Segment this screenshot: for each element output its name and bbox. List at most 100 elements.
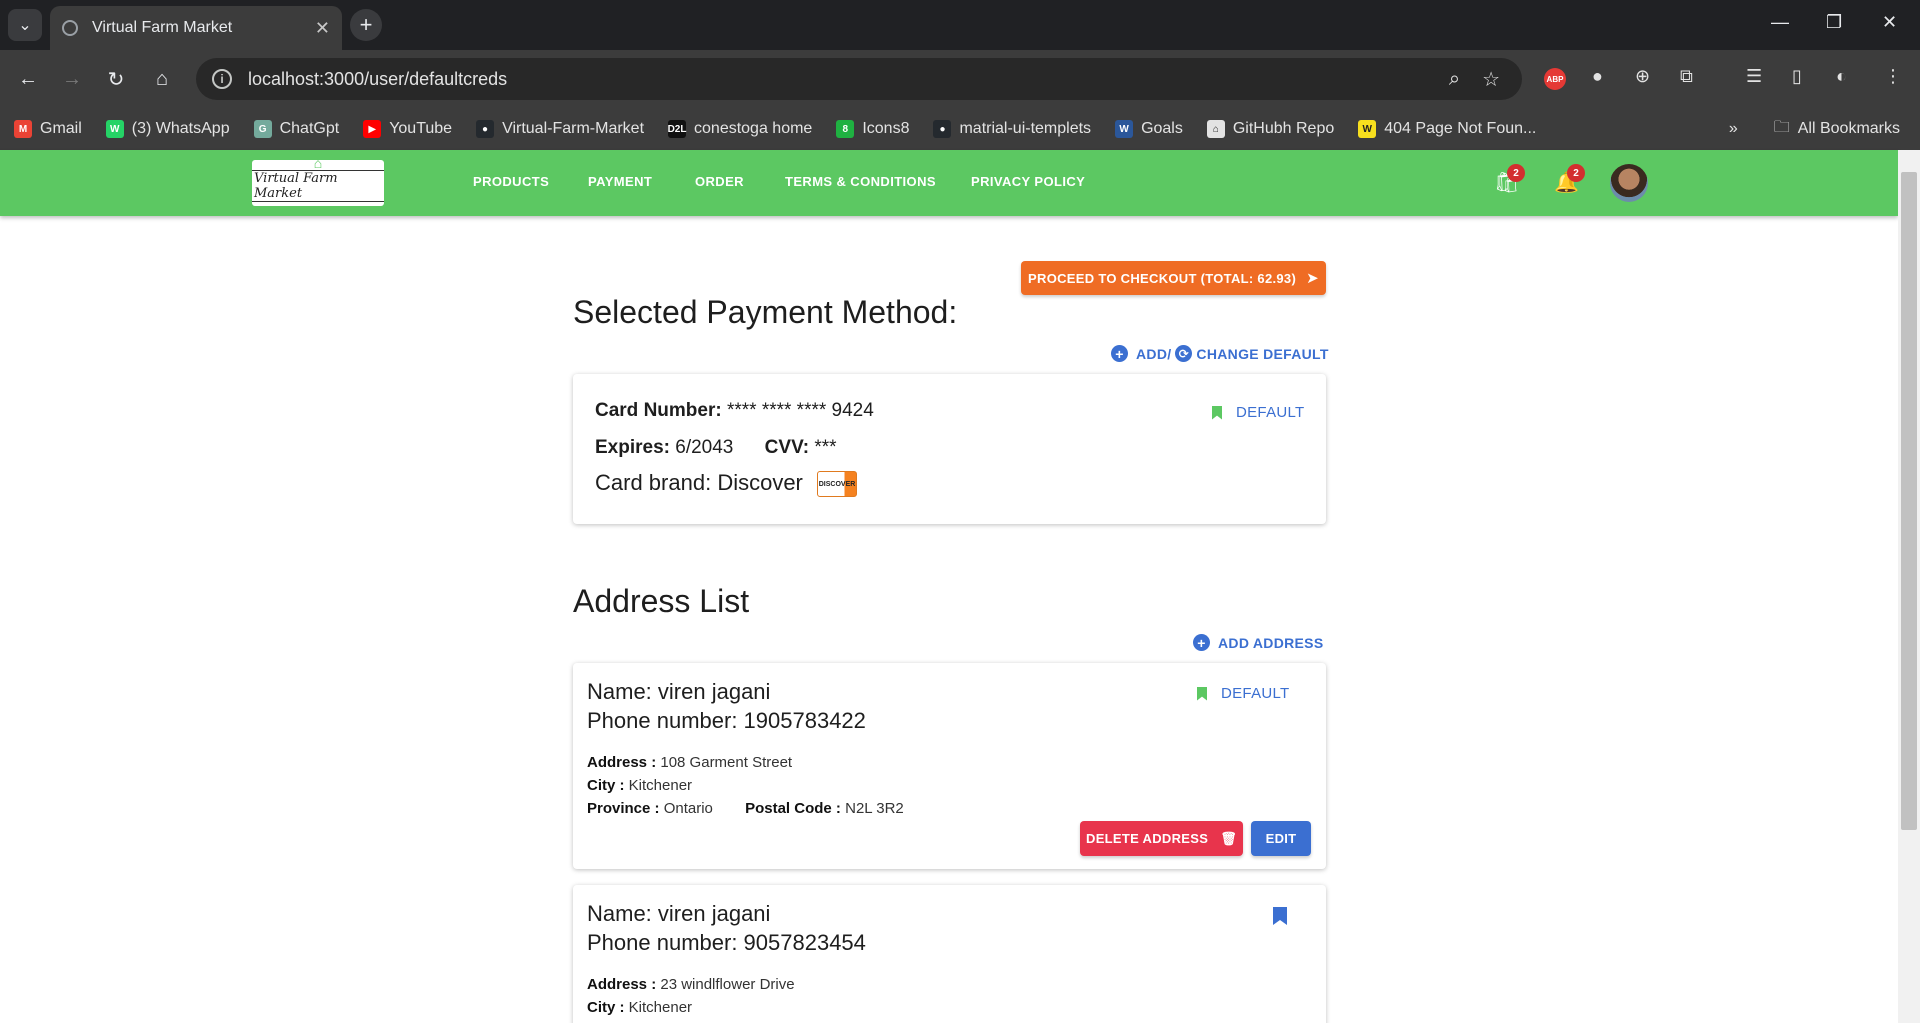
city-line: City : Kitchener <box>587 999 692 1016</box>
bookmark-item[interactable]: 8 Icons8 <box>836 120 909 138</box>
default-label: DEFAULT <box>1236 404 1305 421</box>
address-value: 23 windlflower Drive <box>660 976 795 993</box>
expires-value: 6/2043 <box>675 437 734 458</box>
bookmark-label: GitHubh Repo <box>1232 120 1335 137</box>
globe-icon <box>62 20 78 36</box>
nav-order[interactable]: ORDER <box>695 174 744 189</box>
edit-address-button[interactable]: EDIT <box>1251 821 1311 856</box>
bookmark-favicon-icon: W <box>1358 120 1377 138</box>
user-avatar[interactable] <box>1610 164 1648 202</box>
add-extension-icon[interactable]: ⊕ <box>1635 66 1650 87</box>
delete-address-button[interactable]: DELETE ADDRESS 🗑 <box>1080 821 1243 856</box>
bookmark-item[interactable]: W Goals <box>1115 120 1183 138</box>
bookmark-item[interactable]: ● matrial-ui-templets <box>933 120 1091 138</box>
bookmark-item[interactable]: W (3) WhatsApp <box>105 120 230 138</box>
zoom-icon[interactable]: ⌕ <box>1449 68 1460 91</box>
restore-icon[interactable]: ❐ <box>1826 12 1842 33</box>
url-text: localhost:3000/user/defaultcreds <box>248 68 508 89</box>
province-value: Ontario <box>663 800 713 817</box>
new-tab-button[interactable]: + <box>350 9 382 41</box>
scrollbar-thumb[interactable] <box>1901 172 1917 830</box>
change-default-button[interactable]: CHANGE DEFAULT <box>1196 346 1328 362</box>
app-navbar: ⌂ Virtual Farm Market PRODUCTS PAYMENT O… <box>0 150 1898 216</box>
bookmark-favicon-icon: W <box>105 120 124 138</box>
bookmark-label: 404 Page Not Foun... <box>1384 120 1537 137</box>
bookmark-item[interactable]: ▶ YouTube <box>363 120 452 138</box>
address-label: Address : <box>587 754 657 771</box>
add-circle-icon[interactable]: + <box>1111 345 1128 362</box>
sync-icon[interactable]: ⟳ <box>1175 345 1193 362</box>
bookmark-item[interactable]: ● Virtual-Farm-Market <box>476 120 644 138</box>
minimize-icon[interactable]: — <box>1771 12 1789 33</box>
profile-icon[interactable]: ◐ <box>1836 66 1847 87</box>
more-bookmarks-icon[interactable]: » <box>1729 120 1738 138</box>
extension-icon[interactable]: ● <box>1592 66 1603 87</box>
province-label: Province : <box>587 800 660 817</box>
browser-tab-bar: ⌄ Virtual Farm Market ✕ + — ❐ ✕ <box>0 0 1920 50</box>
payment-default-tag: DEFAULT <box>1212 404 1305 421</box>
bookmark-label: Goals <box>1141 120 1183 137</box>
bookmark-item[interactable]: M Gmail <box>14 120 82 138</box>
bookmark-item[interactable]: G ChatGpt <box>253 120 339 138</box>
add-address-button[interactable]: + ADD ADDRESS <box>1193 634 1323 651</box>
bookmark-item[interactable]: W 404 Page Not Foun... <box>1358 120 1536 138</box>
address-default-tag: DEFAULT <box>1197 685 1290 702</box>
bookmark-label: YouTube <box>389 120 453 137</box>
back-button[interactable]: ← <box>12 63 44 95</box>
bookmarks-right: » 🗀 All Bookmarks <box>1729 108 1900 150</box>
bookmark-favicon-icon: W <box>1115 120 1134 138</box>
menu-icon[interactable]: ⋮ <box>1884 66 1902 87</box>
card-number-label: Card Number: <box>595 400 722 421</box>
browser-tab[interactable]: Virtual Farm Market ✕ <box>50 6 342 50</box>
nav-privacy[interactable]: PRIVACY POLICY <box>971 174 1085 189</box>
postal-value: N2L 3R2 <box>845 800 904 817</box>
bookmark-label: conestoga home <box>694 120 813 137</box>
bookmark-item[interactable]: ⌂ GitHubh Repo <box>1206 120 1335 138</box>
add-address-label: ADD ADDRESS <box>1218 634 1324 651</box>
set-default-bookmark-icon[interactable] <box>1273 907 1287 925</box>
reload-button[interactable]: ↻ <box>100 63 132 95</box>
city-line: City : Kitchener <box>587 777 692 794</box>
bookmarks-bar: M Gmail W (3) WhatsApp G ChatGpt ▶ YouTube ● Virt… <box>0 108 1920 150</box>
puzzle-icon[interactable]: ⧉ <box>1680 66 1693 87</box>
star-icon[interactable]: ☆ <box>1482 67 1500 92</box>
bookmark-label: Virtual-Farm-Market <box>502 120 645 137</box>
card-number-row: Card Number: **** **** **** 9424 <box>595 400 874 422</box>
add-payment-button[interactable]: ADD/ <box>1136 346 1171 362</box>
side-panel-icon[interactable]: ▯ <box>1792 66 1802 87</box>
address-card: Name: viren jagani Phone number: 1905783… <box>573 663 1326 869</box>
adblock-extension-icon[interactable]: ABP <box>1544 68 1566 90</box>
tab-search-button[interactable]: ⌄ <box>8 9 42 41</box>
address-bar[interactable]: i localhost:3000/user/defaultcreds ⌕ ☆ <box>196 58 1522 100</box>
window-close-icon[interactable]: ✕ <box>1882 12 1897 33</box>
nav-terms[interactable]: TERMS & CONDITIONS <box>785 174 936 189</box>
bookmark-item[interactable]: D2L conestoga home <box>668 120 812 138</box>
bookmark-favicon-icon: 8 <box>836 120 855 138</box>
site-info-icon[interactable]: i <box>212 69 232 89</box>
all-bookmarks-link[interactable]: All Bookmarks <box>1798 120 1900 138</box>
address-line: Address : 23 windlflower Drive <box>587 976 795 993</box>
address-phone: Phone number: 1905783422 <box>587 708 866 733</box>
expires-label: Expires: <box>595 437 670 458</box>
cvv-label: CVV: <box>764 437 810 458</box>
default-label: DEFAULT <box>1221 685 1290 702</box>
bookmark-favicon-icon: ⌂ <box>1206 120 1225 138</box>
address-card: Name: viren jagani Phone number: 9057823… <box>573 885 1326 1023</box>
home-button[interactable]: ⌂ <box>146 63 178 95</box>
cart-badge: 2 <box>1507 164 1525 182</box>
forward-button[interactable]: → <box>56 63 88 95</box>
site-logo[interactable]: ⌂ Virtual Farm Market <box>252 156 384 206</box>
payment-card: Card Number: **** **** **** 9424 Expires… <box>573 374 1326 524</box>
close-icon[interactable]: ✕ <box>315 18 330 39</box>
house-icon: ⌂ <box>313 155 323 171</box>
media-icon[interactable]: ☰ <box>1746 66 1762 87</box>
bookmark-favicon-icon: ● <box>933 120 952 138</box>
delete-label: DELETE ADDRESS <box>1086 831 1209 846</box>
address-phone: Phone number: 9057823454 <box>587 930 866 955</box>
nav-payment[interactable]: PAYMENT <box>588 174 652 189</box>
bookmark-label: matrial-ui-templets <box>959 120 1092 137</box>
cvv-value: *** <box>814 437 837 458</box>
card-brand-value: Discover <box>717 470 803 495</box>
proceed-checkout-button[interactable]: PROCEED TO CHECKOUT (TOTAL: 62.93) ➤ <box>1021 261 1326 295</box>
nav-products[interactable]: PRODUCTS <box>473 174 549 189</box>
